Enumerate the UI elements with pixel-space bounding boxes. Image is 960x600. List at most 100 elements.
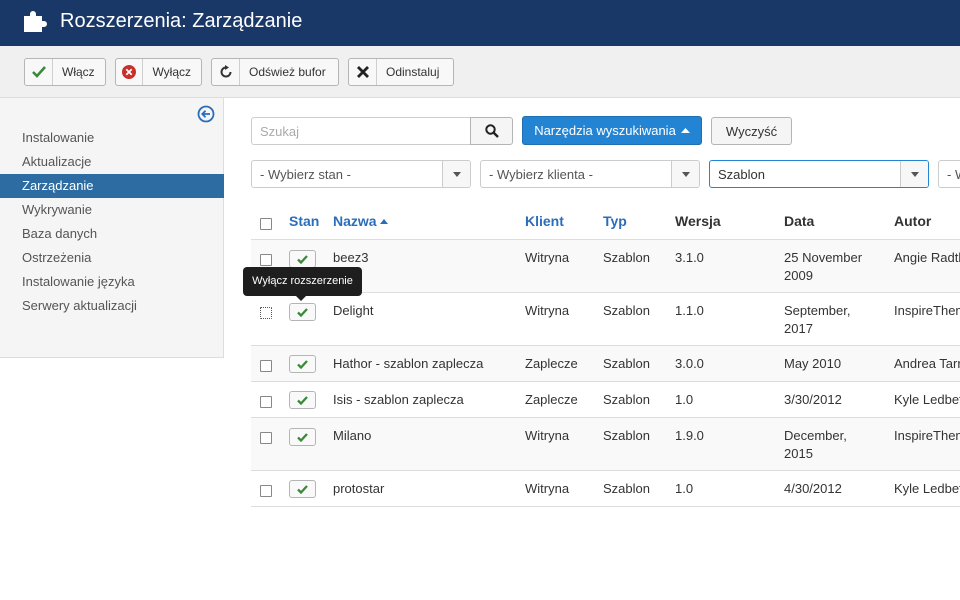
disable-button[interactable]: Wyłącz xyxy=(115,58,202,86)
select-all-checkbox[interactable] xyxy=(260,218,272,230)
check-icon xyxy=(297,307,308,317)
cell-client: Witryna xyxy=(525,250,570,265)
sort-asc-icon xyxy=(380,219,389,224)
cell-type: Szablon xyxy=(603,392,650,407)
search-button[interactable] xyxy=(470,117,513,145)
filter-state-select[interactable]: - Wybierz stan - xyxy=(251,160,471,188)
table-row: Hathor - szablon zaplecza Zaplecze Szabl… xyxy=(251,346,960,382)
uninstall-button[interactable]: Odinstaluj xyxy=(348,58,454,86)
check-icon xyxy=(297,432,308,442)
state-toggle-button[interactable] xyxy=(289,428,316,446)
cell-type: Szablon xyxy=(603,481,650,496)
cell-version: 1.1.0 xyxy=(675,303,704,318)
cell-author: Kyle Ledbetter xyxy=(894,481,960,496)
cell-name: Milano xyxy=(333,428,372,443)
disable-button-label: Wyłącz xyxy=(152,65,191,79)
column-header-version: Wersja xyxy=(675,213,721,229)
sidebar-item-install[interactable]: Instalowanie xyxy=(0,126,224,150)
check-icon xyxy=(297,254,308,264)
sidebar-item-install-languages[interactable]: Instalowanie języka xyxy=(0,270,224,294)
row-checkbox[interactable] xyxy=(260,254,272,266)
cell-date: 4/30/2012 xyxy=(784,481,842,496)
cell-type: Szablon xyxy=(603,250,650,265)
cell-name: protostar xyxy=(333,481,385,496)
filter-next-select[interactable]: - W xyxy=(938,160,960,188)
chevron-down-icon xyxy=(900,161,928,187)
check-icon xyxy=(25,59,53,85)
cell-version: 3.0.0 xyxy=(675,356,704,371)
column-header-author: Autor xyxy=(894,213,932,229)
state-toggle-button[interactable] xyxy=(289,303,316,321)
clear-button[interactable]: Wyczyść xyxy=(711,117,792,145)
state-toggle-button[interactable] xyxy=(289,250,316,268)
circle-x-icon xyxy=(116,59,144,85)
cell-version: 1.0 xyxy=(675,392,694,407)
state-toggle-button[interactable] xyxy=(289,355,316,373)
enable-button-label: Włącz xyxy=(62,65,95,79)
filter-next-value: - W xyxy=(947,167,960,182)
column-header-name-label: Nazwa xyxy=(333,213,377,229)
x-icon xyxy=(349,59,377,85)
state-toggle-button[interactable] xyxy=(289,480,316,498)
caret-up-icon xyxy=(680,128,690,133)
page-header: Rozszerzenia: Zarządzanie xyxy=(0,0,960,46)
state-toggle-button[interactable] xyxy=(289,391,316,409)
row-checkbox[interactable] xyxy=(260,396,272,408)
column-header-type[interactable]: Typ xyxy=(603,205,627,239)
sidebar-item-manage[interactable]: Zarządzanie xyxy=(0,174,224,198)
filter-client-value: - Wybierz klienta - xyxy=(489,167,593,182)
check-icon xyxy=(297,359,308,369)
column-header-state[interactable]: Stan xyxy=(289,205,319,239)
table-row: Isis - szablon zaplecza Zaplecze Szablon… xyxy=(251,382,960,418)
cell-author: InspireTheme xyxy=(894,428,960,443)
sidebar-item-update-sites[interactable]: Serwery aktualizacji xyxy=(0,294,224,318)
table-row: protostar Witryna Szablon 1.0 4/30/2012 … xyxy=(251,471,960,507)
cell-name: Isis - szablon zaplecza xyxy=(333,392,464,407)
cell-date: 25 November 2009 xyxy=(784,250,863,283)
filter-client-select[interactable]: - Wybierz klienta - xyxy=(480,160,700,188)
column-header-name[interactable]: Nazwa xyxy=(333,205,389,239)
cell-version: 3.1.0 xyxy=(675,250,704,265)
cell-name: Hathor - szablon zaplecza xyxy=(333,356,484,371)
filter-state-value: - Wybierz stan - xyxy=(260,167,351,182)
enable-button[interactable]: Włącz xyxy=(24,58,106,86)
chevron-down-icon xyxy=(442,161,470,187)
search-input[interactable] xyxy=(251,117,471,145)
sidebar-item-update[interactable]: Aktualizacje xyxy=(0,150,224,174)
row-checkbox[interactable] xyxy=(260,485,272,497)
sidebar-item-warnings[interactable]: Ostrzeżenia xyxy=(0,246,224,270)
row-checkbox[interactable] xyxy=(260,307,272,319)
search-icon xyxy=(484,124,499,138)
refresh-cache-button[interactable]: Odśwież bufor xyxy=(211,58,339,86)
cell-version: 1.0 xyxy=(675,481,694,496)
column-header-client[interactable]: Klient xyxy=(525,205,564,239)
cell-author: Kyle Ledbetter xyxy=(894,392,960,407)
cell-date: December, 2015 xyxy=(784,428,847,461)
refresh-cache-label: Odśwież bufor xyxy=(249,65,326,79)
sidebar-item-database[interactable]: Baza danych xyxy=(0,222,224,246)
cell-date: September, 2017 xyxy=(784,303,851,336)
cell-type: Szablon xyxy=(603,356,650,371)
search-tools-label: Narzędzia wyszukiwania xyxy=(534,123,676,138)
cell-client: Zaplecze xyxy=(525,392,578,407)
filter-type-select[interactable]: Szablon xyxy=(709,160,929,188)
cell-name: beez3 xyxy=(333,250,369,265)
uninstall-button-label: Odinstaluj xyxy=(386,65,440,79)
check-icon xyxy=(297,395,308,405)
collapse-sidebar-icon[interactable] xyxy=(197,105,215,123)
table-row: Milano Witryna Szablon 1.9.0 December, 2… xyxy=(251,418,960,471)
row-checkbox[interactable] xyxy=(260,432,272,444)
refresh-icon xyxy=(212,59,240,85)
search-tools-button[interactable]: Narzędzia wyszukiwania xyxy=(522,116,702,145)
cell-client: Witryna xyxy=(525,303,570,318)
table-row: Delight Witryna Szablon 1.1.0 September,… xyxy=(251,293,960,346)
column-header-date: Data xyxy=(784,213,815,229)
puzzle-icon xyxy=(24,11,47,32)
sidebar: Instalowanie Aktualizacje Zarządzanie Wy… xyxy=(0,98,224,358)
row-checkbox[interactable] xyxy=(260,360,272,372)
sidebar-item-discover[interactable]: Wykrywanie xyxy=(0,198,224,222)
cell-client: Witryna xyxy=(525,428,570,443)
cell-version: 1.9.0 xyxy=(675,428,704,443)
cell-client: Zaplecze xyxy=(525,356,578,371)
cell-type: Szablon xyxy=(603,303,650,318)
